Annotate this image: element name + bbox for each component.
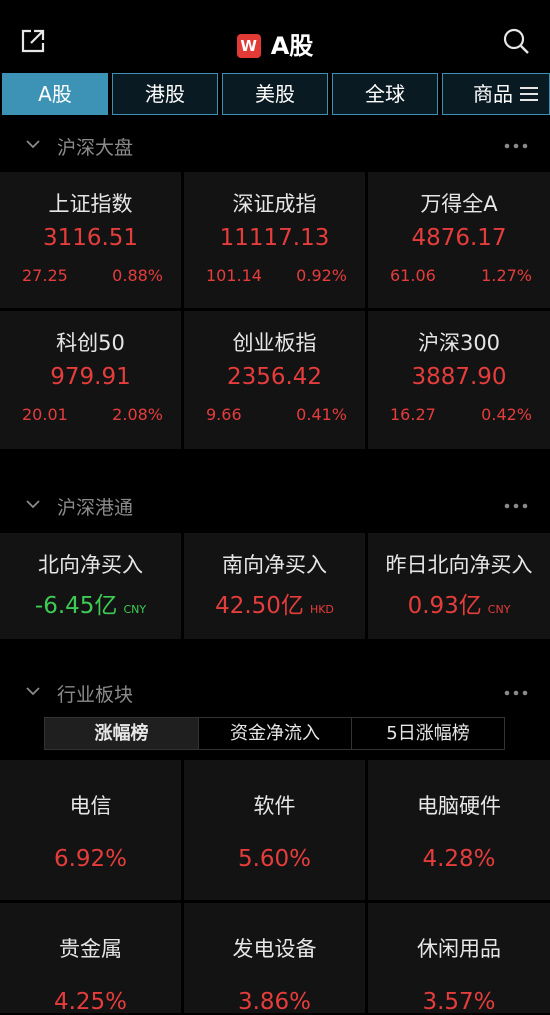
- flow-value: 0.93亿 CNY: [368, 586, 550, 620]
- index-change: 27.25: [22, 266, 68, 285]
- index-change: 9.66: [206, 405, 242, 424]
- industry-card[interactable]: 电信 6.92%: [0, 760, 181, 900]
- flow-name: 南向净买入: [222, 553, 327, 577]
- chevron-down-icon: [26, 140, 40, 149]
- section-header-industry[interactable]: 行业板块: [0, 674, 550, 714]
- search-icon[interactable]: [502, 27, 530, 55]
- index-card[interactable]: 科创50 979.91 20.01 2.08%: [0, 311, 181, 449]
- industry-pct: 4.28%: [422, 846, 496, 872]
- index-name: 上证指数: [48, 192, 133, 216]
- index-name: 沪深300: [417, 331, 501, 355]
- page-title-text: A股: [270, 32, 314, 60]
- index-change: 101.14: [206, 266, 262, 285]
- index-card[interactable]: 创业板指 2356.42 9.66 0.41%: [184, 311, 365, 449]
- flow-card[interactable]: 北向净买入 -6.45亿 CNY: [0, 533, 181, 639]
- page-title: W A股: [0, 26, 550, 61]
- industry-pct: 4.25%: [53, 989, 128, 1015]
- tab-us-stocks[interactable]: 美股: [222, 73, 328, 115]
- flow-amount: 42.50亿: [215, 593, 304, 619]
- index-name: 深证成指: [232, 192, 317, 216]
- flow-amount: 0.93亿: [407, 593, 482, 619]
- tab-hk-stocks[interactable]: 港股: [112, 73, 218, 115]
- flow-amount: -6.45亿: [34, 593, 118, 619]
- market-tabs: A股 港股 美股 全球 商品: [0, 73, 550, 117]
- index-value: 3887.90: [411, 364, 507, 390]
- industry-name: 发电设备: [232, 937, 317, 961]
- index-change: 61.06: [390, 266, 436, 285]
- index-card[interactable]: 万得全A 4876.17 61.06 1.27%: [368, 172, 550, 308]
- industry-card[interactable]: 电脑硬件 4.28%: [368, 760, 550, 900]
- industry-card[interactable]: 软件 5.60%: [184, 760, 365, 900]
- industry-segment-control: 涨幅榜 资金净流入 5日涨幅榜: [44, 717, 505, 750]
- index-value: 4876.17: [411, 225, 507, 251]
- industry-name: 电信: [69, 794, 112, 818]
- index-pct: 0.88%: [112, 266, 163, 285]
- section-title: 沪深港通: [57, 497, 134, 519]
- flow-unit: CNY: [487, 603, 511, 616]
- section-title: 沪深大盘: [57, 137, 134, 159]
- more-icon[interactable]: [504, 690, 528, 696]
- industry-name: 休闲用品: [417, 937, 501, 961]
- flow-name: 北向净买入: [38, 553, 143, 577]
- index-pct: 0.41%: [296, 405, 347, 424]
- industry-card[interactable]: 贵金属 4.25%: [0, 903, 181, 1015]
- industry-name: 软件: [253, 794, 296, 818]
- tab-global[interactable]: 全球: [332, 73, 438, 115]
- index-value: 3116.51: [42, 225, 139, 251]
- section-title: 行业板块: [57, 684, 134, 706]
- flow-card[interactable]: 南向净买入 42.50亿 HKD: [184, 533, 365, 639]
- tab-a-shares[interactable]: A股: [2, 73, 108, 115]
- top-bar: W A股: [0, 0, 550, 78]
- industry-card[interactable]: 发电设备 3.86%: [184, 903, 365, 1015]
- flow-unit: HKD: [309, 603, 334, 616]
- index-name: 万得全A: [420, 192, 498, 216]
- industry-pct: 3.86%: [237, 989, 312, 1015]
- tab-5day-gainers[interactable]: 5日涨幅榜: [352, 718, 504, 749]
- index-change: 20.01: [22, 405, 68, 424]
- index-pct: 1.27%: [481, 266, 532, 285]
- flow-name: 昨日北向净买入: [385, 553, 533, 577]
- tab-net-inflow[interactable]: 资金净流入: [199, 718, 351, 749]
- index-card[interactable]: 沪深300 3887.90 16.27 0.42%: [368, 311, 550, 449]
- industry-name: 电脑硬件: [417, 794, 501, 818]
- industry-pct: 6.92%: [53, 846, 128, 872]
- index-pct: 0.42%: [481, 405, 532, 424]
- flow-unit: CNY: [123, 603, 147, 616]
- index-value: 2356.42: [226, 364, 323, 390]
- industry-name: 贵金属: [59, 937, 122, 961]
- index-name: 科创50: [56, 331, 125, 355]
- tab-top-gainers[interactable]: 涨幅榜: [45, 718, 198, 749]
- flow-value: 42.50亿 HKD: [184, 586, 365, 620]
- section-header-market[interactable]: 沪深大盘: [0, 127, 550, 167]
- index-card[interactable]: 深证成指 11117.13 101.14 0.92%: [184, 172, 365, 308]
- industry-pct: 5.60%: [237, 846, 312, 872]
- industry-card[interactable]: 休闲用品 3.57%: [368, 903, 550, 1015]
- index-change: 16.27: [390, 405, 436, 424]
- more-icon[interactable]: [504, 143, 528, 149]
- index-value: 11117.13: [219, 225, 330, 251]
- chevron-down-icon: [26, 687, 40, 696]
- index-name: 创业板指: [232, 331, 317, 355]
- menu-icon[interactable]: [520, 86, 538, 102]
- app-logo: W: [236, 34, 261, 58]
- index-pct: 0.92%: [296, 266, 347, 285]
- flow-value: -6.45亿 CNY: [0, 586, 181, 620]
- flow-card[interactable]: 昨日北向净买入 0.93亿 CNY: [368, 533, 550, 639]
- more-icon[interactable]: [504, 503, 528, 509]
- industry-pct: 3.57%: [422, 989, 496, 1015]
- chevron-down-icon: [26, 500, 40, 509]
- index-card[interactable]: 上证指数 3116.51 27.25 0.88%: [0, 172, 181, 308]
- index-pct: 2.08%: [112, 405, 163, 424]
- index-value: 979.91: [50, 364, 131, 390]
- section-header-connect[interactable]: 沪深港通: [0, 487, 550, 527]
